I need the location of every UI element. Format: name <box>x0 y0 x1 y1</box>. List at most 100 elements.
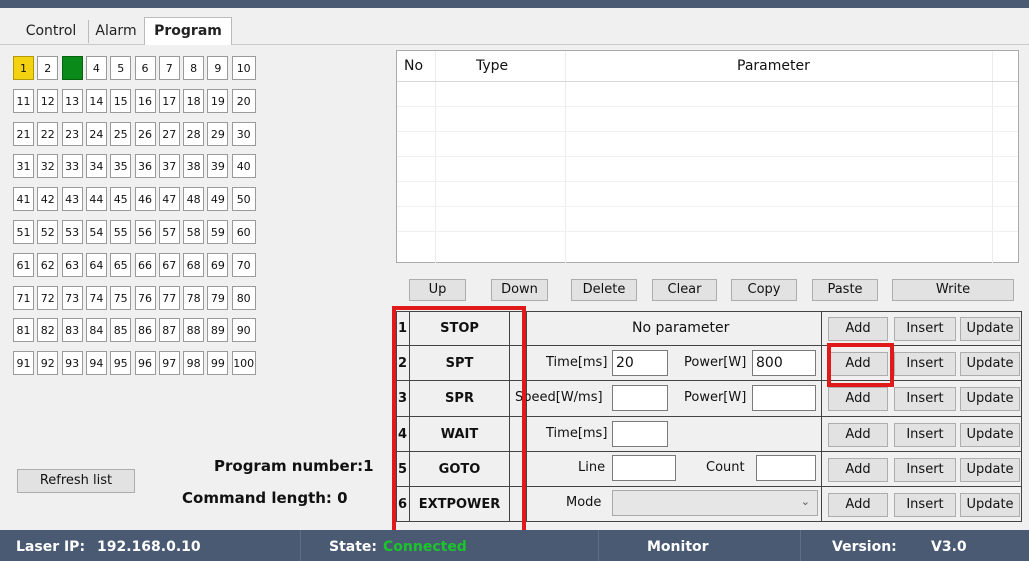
program-slot-button[interactable]: 42 <box>37 187 59 212</box>
refresh-list-button[interactable]: Refresh list <box>17 469 135 493</box>
wait-time-input[interactable] <box>612 421 668 447</box>
extpower-add-button[interactable]: Add <box>828 493 888 517</box>
delete-button[interactable]: Delete <box>571 279 637 301</box>
program-list[interactable]: No Type Parameter <box>396 50 1019 264</box>
spt-insert-button[interactable]: Insert <box>894 352 956 377</box>
program-slot-button[interactable]: 4 <box>85 56 107 80</box>
program-slot-button[interactable]: 64 <box>85 252 107 277</box>
program-slot-button[interactable]: 59 <box>207 220 229 244</box>
goto-line-input[interactable] <box>612 455 676 481</box>
program-slot-button[interactable]: 76 <box>134 285 156 310</box>
program-slot-button[interactable]: 7 <box>158 56 180 80</box>
program-slot-button[interactable]: 31 <box>13 154 34 179</box>
program-slot-button[interactable]: 75 <box>110 285 132 310</box>
program-slot-button[interactable]: 49 <box>207 187 229 212</box>
program-slot-button[interactable]: 52 <box>37 220 59 244</box>
program-slot-button[interactable]: 41 <box>13 187 34 212</box>
program-slot-button[interactable]: 91 <box>13 351 34 376</box>
program-slot-button[interactable]: 9 <box>207 56 229 80</box>
program-slot-button[interactable]: 97 <box>158 351 180 376</box>
program-slot-button[interactable]: 46 <box>134 187 156 212</box>
program-slot-button[interactable]: 98 <box>183 351 205 376</box>
stop-add-button[interactable]: Add <box>828 317 888 341</box>
program-slot-button[interactable]: 12 <box>37 88 59 113</box>
program-slot-button[interactable]: 29 <box>207 121 229 146</box>
tab-program[interactable]: Program <box>144 17 232 46</box>
program-slot-button[interactable]: 70 <box>231 252 256 277</box>
wait-add-button[interactable]: Add <box>828 422 888 447</box>
goto-insert-button[interactable]: Insert <box>894 457 956 482</box>
program-slot-button[interactable]: 55 <box>110 220 132 244</box>
program-slot-button[interactable]: 67 <box>158 252 180 277</box>
wait-update-button[interactable]: Update <box>960 422 1020 447</box>
program-slot-button[interactable]: 65 <box>110 252 132 277</box>
up-button[interactable]: Up <box>409 279 466 301</box>
paste-button[interactable]: Paste <box>812 279 878 301</box>
program-slot-button[interactable]: 57 <box>158 220 180 244</box>
program-slot-button[interactable]: 68 <box>183 252 205 277</box>
program-slot-button[interactable]: 50 <box>231 187 256 212</box>
program-slot-button[interactable]: 79 <box>207 285 229 310</box>
spr-power-input[interactable] <box>752 385 816 411</box>
program-slot-button[interactable]: 22 <box>37 121 59 146</box>
program-slot-button[interactable]: 43 <box>61 187 83 212</box>
program-slot-button[interactable]: 23 <box>61 121 83 146</box>
program-slot-button[interactable]: 89 <box>207 318 229 343</box>
program-slot-button[interactable]: 60 <box>231 220 256 244</box>
spt-power-input[interactable]: 800 <box>752 350 816 376</box>
program-slot-button[interactable]: 21 <box>13 121 34 146</box>
program-slot-button[interactable]: 72 <box>37 285 59 310</box>
program-slot-button[interactable]: 99 <box>207 351 229 376</box>
extpower-update-button[interactable]: Update <box>960 493 1020 517</box>
program-slot-button[interactable]: 14 <box>85 88 107 113</box>
tab-control[interactable]: Control <box>14 20 89 43</box>
program-slot-button[interactable]: 47 <box>158 187 180 212</box>
program-slot-button[interactable]: 69 <box>207 252 229 277</box>
program-slot-button[interactable]: 48 <box>183 187 205 212</box>
program-slot-button[interactable]: 38 <box>183 154 205 179</box>
stop-update-button[interactable]: Update <box>960 317 1020 341</box>
program-slot-button[interactable]: 74 <box>85 285 107 310</box>
program-slot-button[interactable]: 27 <box>158 121 180 146</box>
goto-update-button[interactable]: Update <box>960 457 1020 482</box>
program-slot-button[interactable]: 82 <box>37 318 59 343</box>
program-slot-button[interactable]: 2 <box>37 56 59 80</box>
program-slot-button[interactable]: 54 <box>85 220 107 244</box>
program-slot-button[interactable]: 30 <box>231 121 256 146</box>
program-slot-button[interactable]: 3 <box>61 56 83 80</box>
program-slot-button[interactable]: 11 <box>13 88 34 113</box>
stop-insert-button[interactable]: Insert <box>894 317 956 341</box>
clear-button[interactable]: Clear <box>652 279 717 301</box>
program-slot-button[interactable]: 34 <box>85 154 107 179</box>
program-slot-button[interactable]: 96 <box>134 351 156 376</box>
program-slot-button[interactable]: 36 <box>134 154 156 179</box>
program-slot-button[interactable]: 44 <box>85 187 107 212</box>
program-slot-button[interactable]: 40 <box>231 154 256 179</box>
program-slot-button[interactable]: 10 <box>231 56 256 80</box>
write-button[interactable]: Write <box>892 279 1014 301</box>
program-slot-button[interactable]: 25 <box>110 121 132 146</box>
program-slot-button[interactable]: 45 <box>110 187 132 212</box>
program-slot-button[interactable]: 90 <box>231 318 256 343</box>
program-slot-button[interactable]: 1 <box>13 56 34 80</box>
program-slot-button[interactable]: 5 <box>110 56 132 80</box>
program-slot-button[interactable]: 51 <box>13 220 34 244</box>
wait-insert-button[interactable]: Insert <box>894 422 956 447</box>
program-slot-button[interactable]: 71 <box>13 285 34 310</box>
program-slot-button[interactable]: 19 <box>207 88 229 113</box>
goto-add-button[interactable]: Add <box>828 457 888 482</box>
spr-insert-button[interactable]: Insert <box>894 387 956 412</box>
copy-button[interactable]: Copy <box>731 279 797 301</box>
program-slot-button[interactable]: 33 <box>61 154 83 179</box>
program-slot-button[interactable]: 88 <box>183 318 205 343</box>
program-slot-button[interactable]: 8 <box>183 56 205 80</box>
program-slot-button[interactable]: 17 <box>158 88 180 113</box>
program-slot-button[interactable]: 87 <box>158 318 180 343</box>
goto-count-input[interactable] <box>756 455 816 481</box>
program-slot-button[interactable]: 13 <box>61 88 83 113</box>
program-slot-button[interactable]: 20 <box>231 88 256 113</box>
program-slot-button[interactable]: 28 <box>183 121 205 146</box>
program-slot-button[interactable]: 35 <box>110 154 132 179</box>
program-slot-button[interactable]: 83 <box>61 318 83 343</box>
spr-add-button[interactable]: Add <box>828 387 888 412</box>
